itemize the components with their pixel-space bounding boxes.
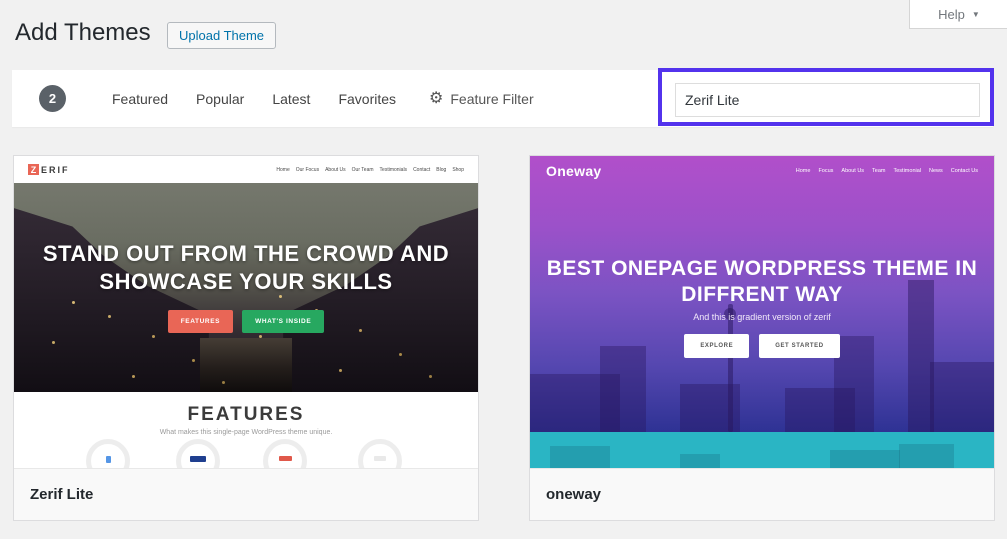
street-lights [72, 301, 75, 304]
results-count-badge: 2 [39, 85, 66, 112]
zerif-whats-inside-button: WHAT'S INSIDE [242, 310, 324, 333]
upload-theme-button[interactable]: Upload Theme [167, 22, 276, 49]
theme-name: Zerif Lite [30, 486, 93, 503]
filter-link-latest[interactable]: Latest [272, 91, 310, 107]
filter-links: Featured Popular Latest Favorites [112, 91, 396, 107]
theme-card-zerif-lite[interactable]: Z ERIF Home Our Focus About Us Our Team … [13, 155, 479, 521]
oneway-get-started-button: GET STARTED [759, 334, 840, 358]
feature-circle-icon [358, 439, 402, 468]
filter-link-popular[interactable]: Popular [196, 91, 244, 107]
skyline-spire [728, 304, 733, 432]
zerif-hero-image: STAND OUT FROM THE CROWD AND SHOWCASE YO… [14, 183, 478, 392]
zerif-features-section: FEATURES What makes this single-page Wor… [14, 392, 478, 468]
zerif-logo-icon: Z [28, 164, 39, 175]
zerif-features-button: FEATURES [168, 310, 233, 333]
oneway-hero-image: Oneway Home Focus About Us Team Testimon… [530, 156, 994, 432]
zerif-card-footer: Zerif Lite [14, 468, 478, 520]
zerif-headline: STAND OUT FROM THE CROWD AND SHOWCASE YO… [14, 240, 478, 296]
gear-icon: ⚙ [429, 91, 443, 107]
oneway-card-footer: oneway [530, 468, 994, 520]
oneway-subtitle: And this is gradient version of zerif [530, 312, 994, 322]
oneway-preview-header: Oneway Home Focus About Us Team Testimon… [530, 156, 994, 186]
page-title: Add Themes [15, 19, 151, 47]
search-annotation-box [658, 68, 994, 126]
oneway-screenshot: Oneway Home Focus About Us Team Testimon… [530, 156, 994, 468]
teal-building [680, 454, 720, 468]
oneway-preview-nav: Home Focus About Us Team Testimonial New… [796, 168, 978, 174]
add-themes-page: Help ▼ Add Themes Upload Theme 2 Feature… [0, 0, 1007, 539]
oneway-logo: Oneway [546, 163, 602, 179]
zerif-logo: Z ERIF [28, 164, 70, 175]
skyline-building [600, 346, 646, 432]
oneway-teal-band [530, 432, 994, 468]
filter-link-favorites[interactable]: Favorites [338, 91, 396, 107]
teal-building [830, 450, 900, 468]
city-buildings-left [14, 208, 209, 392]
city-buildings-right [283, 208, 478, 392]
theme-name: oneway [546, 486, 601, 503]
teal-building [550, 446, 610, 468]
feature-circle-icon [263, 439, 307, 468]
skyline-building [930, 362, 994, 432]
feature-filter-label: Feature Filter [450, 91, 533, 107]
theme-search-input[interactable] [675, 83, 980, 117]
oneway-explore-button: EXPLORE [684, 334, 749, 358]
zerif-preview-header: Z ERIF Home Our Focus About Us Our Team … [14, 156, 478, 183]
zerif-screenshot: Z ERIF Home Our Focus About Us Our Team … [14, 156, 478, 468]
features-section-title: FEATURES [14, 392, 478, 426]
feature-circle-icon [86, 439, 130, 468]
help-label: Help [938, 7, 965, 22]
feature-circle-icon [176, 439, 220, 468]
chevron-down-icon: ▼ [972, 10, 980, 19]
oneway-headline: BEST ONEPAGE WORDPRESS THEME IN DIFFRENT… [530, 256, 994, 308]
filter-link-featured[interactable]: Featured [112, 91, 168, 107]
zerif-preview-nav: Home Our Focus About Us Our Team Testimo… [276, 167, 464, 173]
help-dropdown[interactable]: Help ▼ [909, 0, 1007, 29]
features-section-subtitle: What makes this single-page WordPress th… [14, 429, 478, 436]
oneway-hero-buttons: EXPLORE GET STARTED [530, 334, 994, 358]
canal [200, 338, 293, 392]
zerif-hero-buttons: FEATURES WHAT'S INSIDE [14, 310, 478, 333]
theme-card-oneway[interactable]: Oneway Home Focus About Us Team Testimon… [529, 155, 995, 521]
teal-building [899, 444, 954, 468]
feature-filter-button[interactable]: ⚙ Feature Filter [429, 91, 534, 107]
